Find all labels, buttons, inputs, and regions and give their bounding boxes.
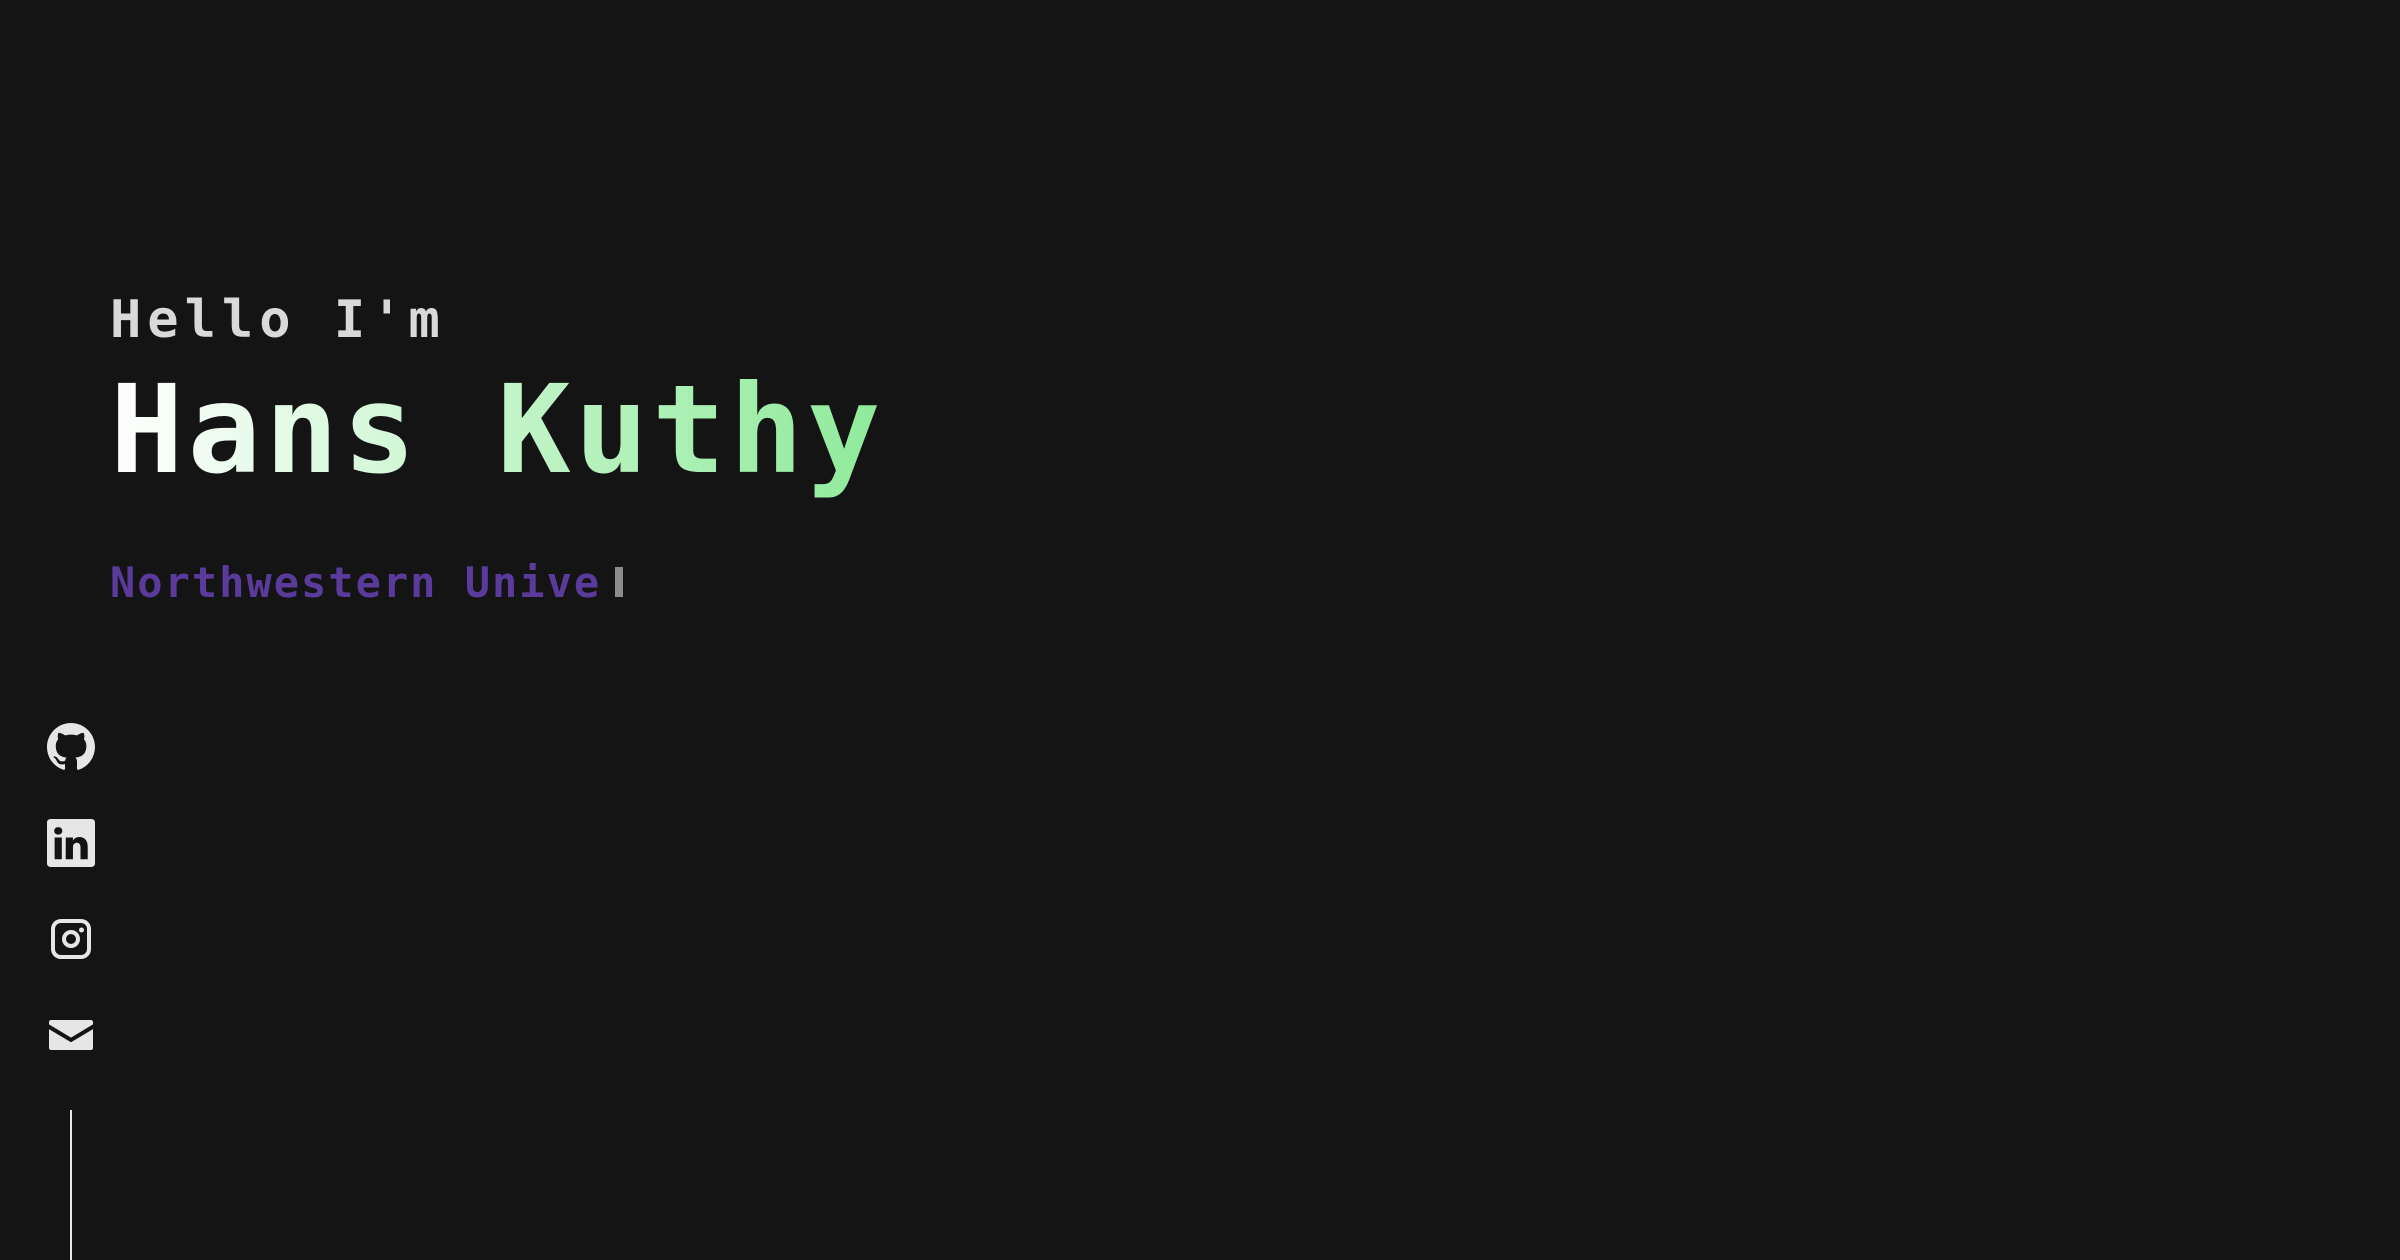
greeting-text: Hello I'm [110,290,446,350]
typewriter-text: Northwestern Unive [110,557,602,607]
typewriter-caret [615,567,624,597]
email-icon [49,1020,93,1050]
hero-name: Hans Kuthy [110,359,885,501]
github-icon [47,723,95,770]
typewriter: Northwestern Unive [110,552,885,612]
linkedin-link[interactable] [46,818,96,868]
instagram-icon [51,919,91,959]
social-links [46,722,96,1106]
instagram-link[interactable] [46,914,96,964]
github-link[interactable] [46,722,96,772]
hero-section: Hello I'm Hans Kuthy Northwestern Unive [110,280,885,612]
linkedin-icon [47,819,95,867]
social-divider-line [70,1110,72,1260]
email-link[interactable] [46,1010,96,1060]
